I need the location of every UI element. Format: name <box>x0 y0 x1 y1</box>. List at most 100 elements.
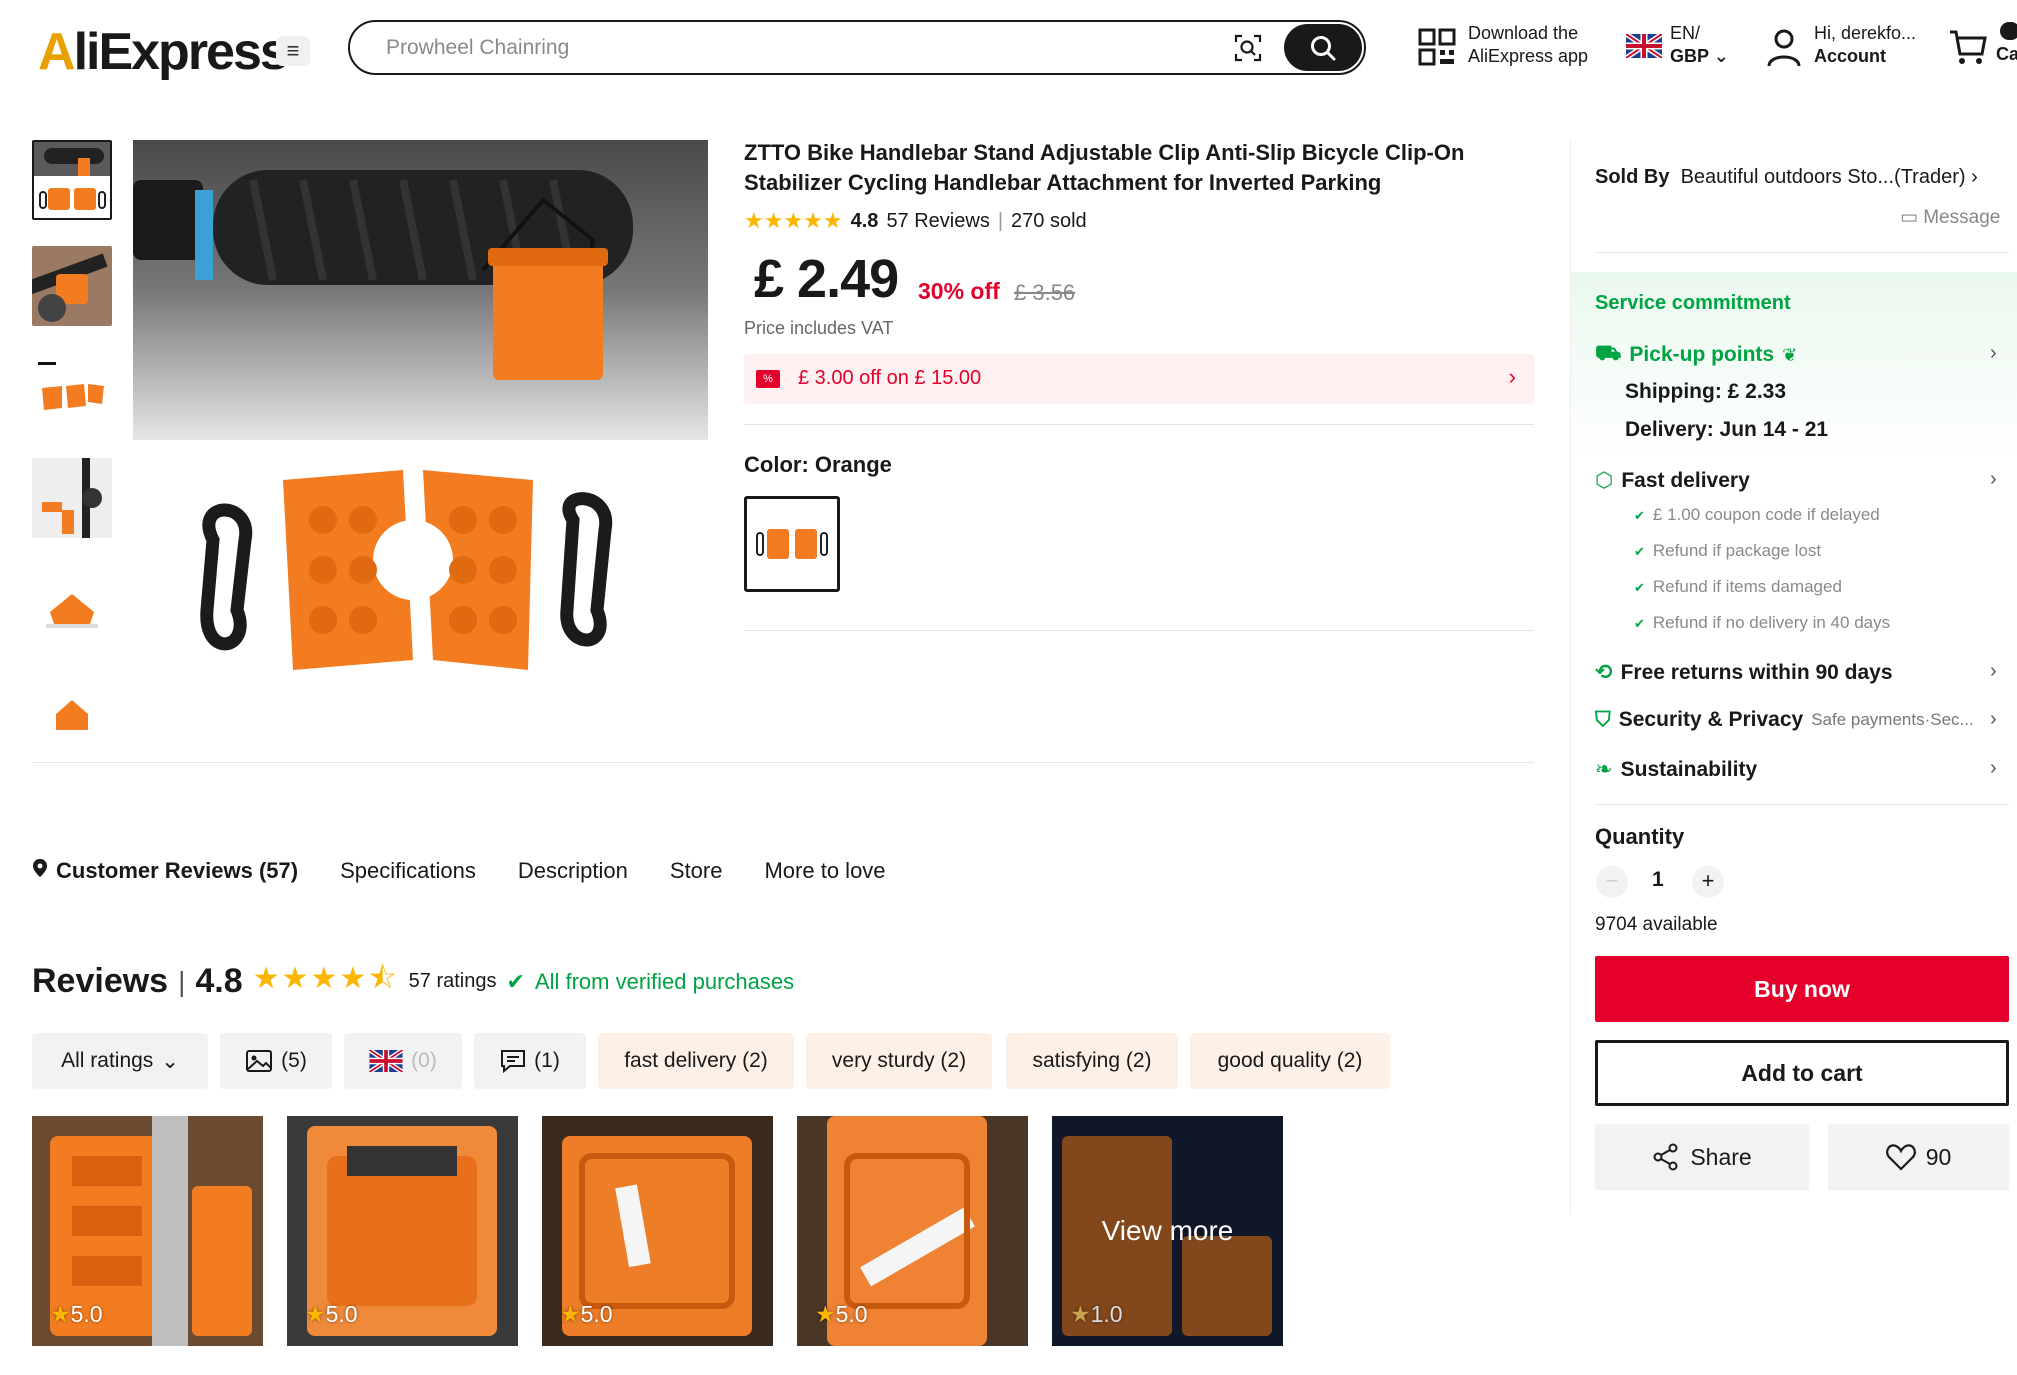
quantity-value[interactable]: 1 <box>1652 868 1664 892</box>
available-stock: 9704 available <box>1595 914 1718 935</box>
hamburger-menu-icon[interactable]: ≡ <box>276 36 310 66</box>
share-button[interactable]: Share <box>1595 1124 1809 1190</box>
search-button[interactable] <box>1284 24 1362 71</box>
security-row[interactable]: ⛉ Security & Privacy Safe payments·Sec..… <box>1595 708 1974 732</box>
location-pin-icon <box>32 858 48 884</box>
gallery-thumbnail-2[interactable] <box>32 246 112 326</box>
gallery-thumbnail-1[interactable] <box>32 140 112 220</box>
coupon-text: £ 3.00 off on £ 15.00 <box>798 367 982 389</box>
free-returns-label: Free returns within 90 days <box>1620 660 1893 684</box>
star-icon: ★ <box>1070 1301 1091 1327</box>
filter-tag-very-sturdy[interactable]: very sturdy (2) <box>806 1033 992 1089</box>
tab-description[interactable]: Description <box>518 858 628 884</box>
tab-more-to-love[interactable]: More to love <box>764 858 885 884</box>
review-image[interactable]: ★5.0 <box>32 1116 263 1346</box>
filter-tag-satisfying[interactable]: satisfying (2) <box>1006 1033 1178 1089</box>
service-commitment-title: Service commitment <box>1595 292 1791 314</box>
download-app-link[interactable]: Download the AliExpress app <box>1468 22 1588 68</box>
filter-tag-fast-delivery[interactable]: fast delivery (2) <box>598 1033 794 1089</box>
fast-delivery-item-text: Refund if items damaged <box>1652 577 1842 596</box>
shipping-cost: Shipping: £ 2.33 <box>1625 380 1787 403</box>
return-icon: ⟲ <box>1595 661 1613 684</box>
review-rating: ★1.0 <box>1070 1301 1123 1328</box>
decrease-quantity-button[interactable]: − <box>1596 866 1628 898</box>
review-image[interactable]: ★5.0 <box>287 1116 518 1346</box>
review-rating-value: 1.0 <box>1090 1301 1123 1327</box>
cart-icon[interactable] <box>1948 28 1988 66</box>
reviews-title: Reviews <box>32 962 169 1000</box>
coupon-banner[interactable]: % £ 3.00 off on £ 15.00 › <box>744 354 1534 404</box>
wishlist-count: 90 <box>1925 1143 1952 1170</box>
tab-customer-reviews[interactable]: Customer Reviews (57) <box>56 858 298 884</box>
seller-row[interactable]: Sold By Beautiful outdoors Sto...(Trader… <box>1595 166 1978 189</box>
comment-icon <box>501 1050 526 1073</box>
user-icon[interactable] <box>1766 28 1802 68</box>
review-image[interactable]: ★5.0 <box>797 1116 1028 1346</box>
product-main-image[interactable] <box>133 140 708 715</box>
shield-icon: ⛉ <box>1595 708 1611 731</box>
message-label: Message <box>1923 207 2001 228</box>
account-menu[interactable]: Hi, derekfo... Account <box>1814 22 1916 68</box>
chevron-right-icon[interactable]: › <box>1990 757 1997 780</box>
sustainability-row[interactable]: ❧ Sustainability <box>1595 757 1757 782</box>
review-image-view-more[interactable]: View more ★1.0 <box>1052 1116 1283 1346</box>
gallery-thumbnail-3[interactable] <box>32 352 112 432</box>
leaf-icon: ❧ <box>1595 758 1613 781</box>
star-rating-icon: ★★★★⯪ <box>252 962 399 995</box>
check-icon: ✔ <box>1634 616 1645 631</box>
chevron-right-icon[interactable]: › <box>1990 660 1997 683</box>
image-search-icon[interactable] <box>1234 34 1262 62</box>
aliexpress-logo[interactable]: AliExpress <box>38 22 289 82</box>
rating-summary[interactable]: ★★★★★ 4.8 57 Reviews | 270 sold <box>744 208 1087 234</box>
reviews-count[interactable]: 57 Reviews <box>886 210 989 233</box>
increase-quantity-button[interactable]: + <box>1692 866 1724 898</box>
chevron-right-icon[interactable]: › <box>1990 342 1997 365</box>
qr-code-icon[interactable] <box>1418 28 1456 66</box>
current-price: £ 2.49 <box>754 249 899 309</box>
free-returns-row[interactable]: ⟲ Free returns within 90 days <box>1595 660 1893 685</box>
pickup-label: Pick-up points <box>1629 343 1775 366</box>
currency-label: GBP <box>1670 46 1709 66</box>
language-currency-selector[interactable]: EN/ GBP ⌄ <box>1670 22 1729 68</box>
cart-label[interactable]: Ca <box>1996 44 2017 65</box>
add-to-cart-button[interactable]: Add to cart <box>1595 1040 2009 1106</box>
check-icon: ✔ <box>1634 508 1645 523</box>
color-swatch-orange[interactable] <box>744 496 840 592</box>
product-photo <box>133 140 708 715</box>
search-bar[interactable]: Prowheel Chainring <box>348 20 1366 75</box>
pickup-points-row[interactable]: ⛟ Pick-up points ❦ <box>1595 342 1797 368</box>
currency-row: GBP ⌄ <box>1670 45 1729 68</box>
verified-purchases-label: All from verified purchases <box>534 968 795 994</box>
section-tabs: Customer Reviews (57) Specifications Des… <box>32 858 928 884</box>
search-icon <box>1311 35 1336 60</box>
gallery-thumbnail-6[interactable] <box>32 670 112 750</box>
review-image[interactable]: ★5.0 <box>542 1116 773 1346</box>
gallery-thumbnail-4[interactable] <box>32 458 112 538</box>
fast-delivery-item: ✔ Refund if package lost <box>1634 541 1821 561</box>
review-rating: ★5.0 <box>50 1301 103 1328</box>
chevron-right-icon[interactable]: › <box>1990 708 1997 731</box>
review-rating-value: 5.0 <box>580 1301 613 1327</box>
fast-delivery-item: ✔ Refund if items damaged <box>1634 577 1842 597</box>
filter-uk[interactable]: (0) <box>344 1033 462 1089</box>
wishlist-button[interactable]: 90 <box>1828 1124 2009 1190</box>
search-input[interactable]: Prowheel Chainring <box>386 36 569 60</box>
divider <box>1595 804 2009 805</box>
tab-store[interactable]: Store <box>670 858 723 884</box>
review-rating-value: 5.0 <box>835 1301 868 1327</box>
filter-with-photos[interactable]: (5) <box>220 1033 332 1089</box>
heart-icon <box>1885 1144 1916 1171</box>
gallery-thumbnail-5[interactable] <box>32 564 112 644</box>
buy-now-button[interactable]: Buy now <box>1595 956 2009 1022</box>
chevron-right-icon: › <box>1508 364 1516 389</box>
fast-delivery-row[interactable]: ⬡ Fast delivery <box>1595 468 1750 493</box>
filter-all-ratings[interactable]: All ratings ⌄ <box>32 1033 208 1089</box>
message-button[interactable]: ▭ Message <box>1900 206 2000 229</box>
original-price: £ 3.56 <box>1014 280 1076 305</box>
chevron-right-icon[interactable]: › <box>1990 468 1997 491</box>
filter-with-comments[interactable]: (1) <box>474 1033 586 1089</box>
product-thumbnail-image <box>32 564 112 644</box>
tab-specifications[interactable]: Specifications <box>340 858 476 884</box>
seller-name[interactable]: Beautiful outdoors Sto...(Trader) <box>1681 166 1966 188</box>
filter-tag-good-quality[interactable]: good quality (2) <box>1190 1033 1390 1089</box>
